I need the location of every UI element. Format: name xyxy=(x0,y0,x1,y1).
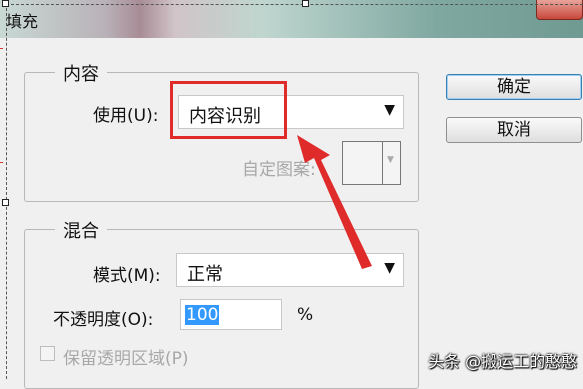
annotation-arrow xyxy=(297,135,372,269)
watermark: 头条 @搬运工的憨憨 xyxy=(428,352,578,371)
annotation-arrow-shape xyxy=(297,135,372,269)
